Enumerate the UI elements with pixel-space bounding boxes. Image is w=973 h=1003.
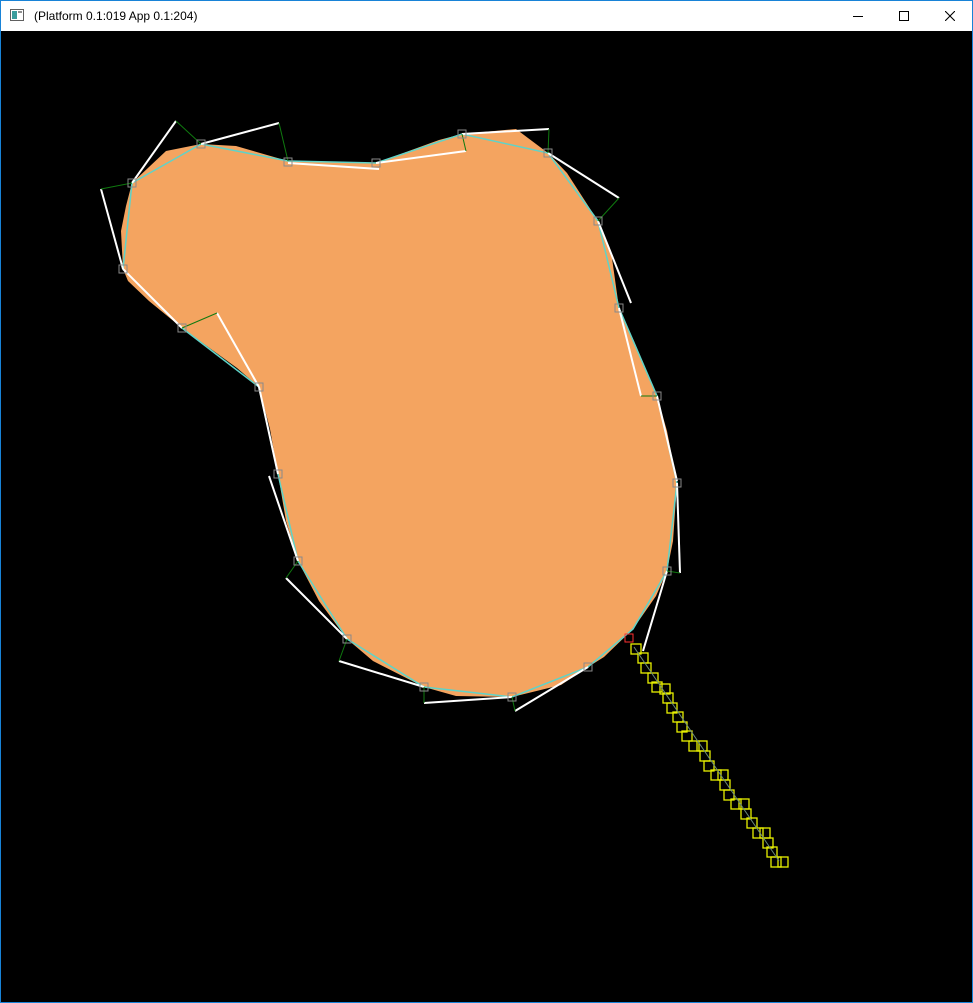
scene-svg — [100, 120, 789, 868]
window-title: (Platform 0.1:019 App 0.1:204) — [34, 9, 198, 23]
maximize-icon — [899, 11, 909, 21]
trail-line — [633, 646, 780, 862]
minimize-icon — [853, 16, 863, 17]
close-button[interactable] — [927, 1, 973, 31]
title-bar[interactable]: (Platform 0.1:019 App 0.1:204) — [1, 1, 972, 31]
app-icon — [10, 9, 24, 21]
app-window: (Platform 0.1:019 App 0.1:204) — [0, 0, 973, 1003]
minimize-button[interactable] — [835, 1, 881, 31]
maximize-button[interactable] — [881, 1, 927, 31]
render-canvas[interactable] — [1, 31, 972, 1002]
close-icon — [945, 11, 955, 21]
